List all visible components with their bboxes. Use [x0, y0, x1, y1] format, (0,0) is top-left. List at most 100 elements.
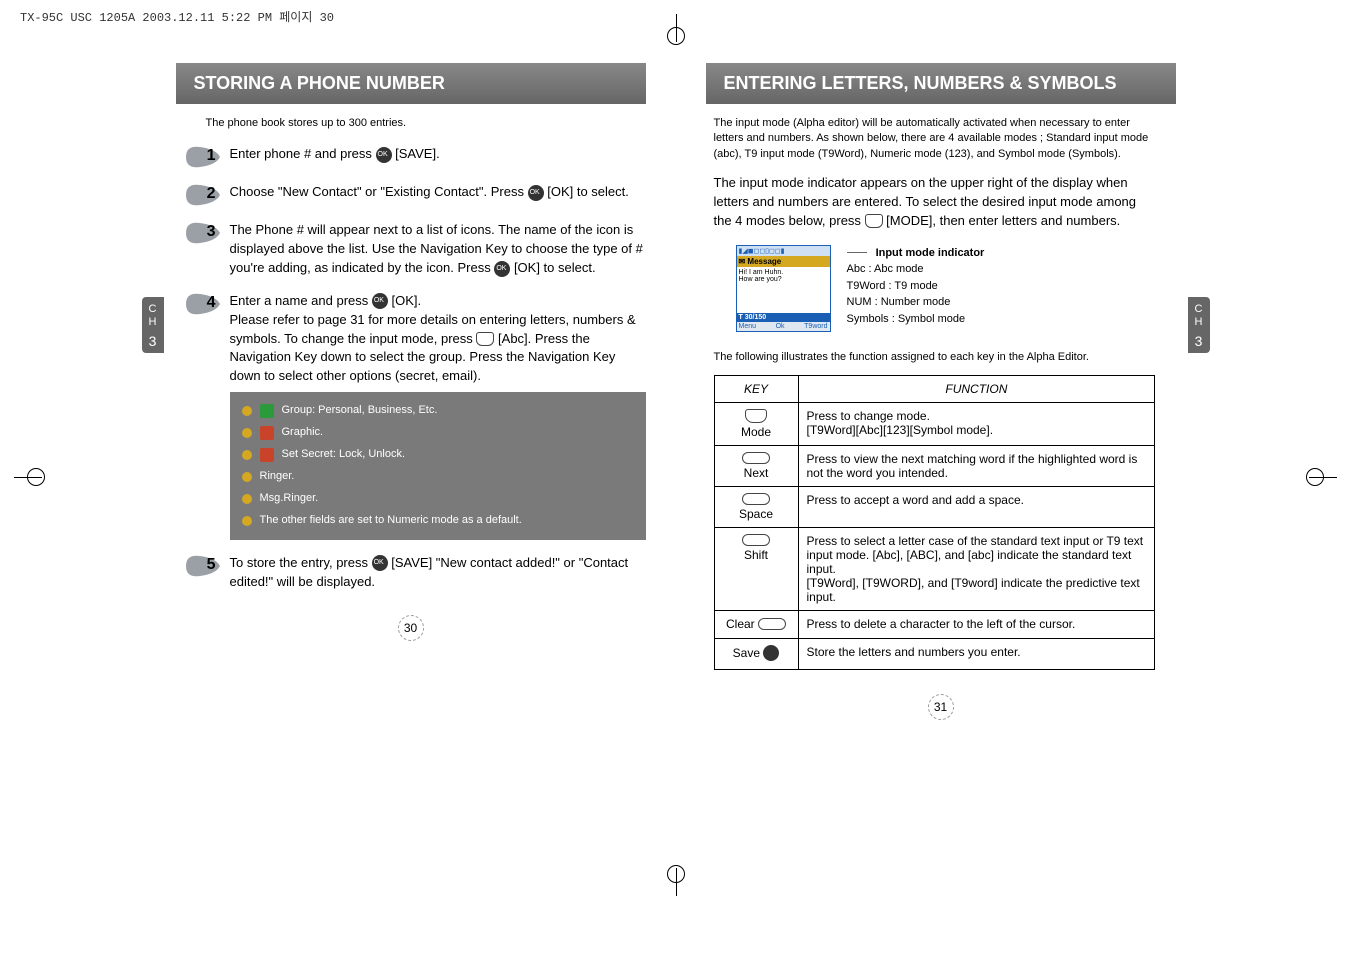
sub-bullets: Group: Personal, Business, Etc. Graphic.…: [230, 392, 646, 540]
title-text: ENTERING LETTERS, NUMBERS & SYMBOLS: [724, 73, 1117, 94]
ok-icon: [372, 293, 388, 309]
clear-key-icon: [758, 618, 786, 630]
crop-mark-left: [16, 457, 56, 497]
intro-right-1: The input mode (Alpha editor) will be au…: [714, 116, 1150, 162]
bullet-text: Ringer.: [260, 469, 295, 485]
th-key: KEY: [714, 376, 798, 403]
space-key-icon: [742, 493, 770, 505]
key-cell: Mode: [714, 403, 798, 446]
intro-text: [MODE], then enter letters and numbers.: [886, 213, 1120, 228]
bullet-row: Group: Personal, Business, Etc.: [242, 400, 634, 422]
indicator-line: Abc : Abc mode: [847, 263, 924, 275]
chapter-tab-label: CH: [149, 303, 157, 328]
ok-icon: [528, 185, 544, 201]
func-cell: Store the letters and numbers you enter.: [798, 638, 1155, 669]
step-number: 1: [207, 147, 216, 165]
callout-line-icon: [847, 252, 867, 253]
intro-left: The phone book stores up to 300 entries.: [206, 116, 646, 131]
bullet-dot-icon: [242, 516, 252, 526]
phone-titlebar: ✉ Message: [737, 256, 830, 267]
bullet-row: Ringer.: [242, 466, 634, 488]
step-4: 4 Enter a name and press [OK]. Please re…: [186, 292, 646, 540]
chapter-tab-left: CH 3: [142, 297, 164, 353]
crop-mark-right: [1295, 457, 1335, 497]
chapter-tab-num: 3: [1188, 333, 1210, 350]
bullet-dot-icon: [242, 494, 252, 504]
func-cell: Press to view the next matching word if …: [798, 446, 1155, 487]
chapter-tab-num: 3: [142, 333, 164, 350]
step-text: Enter phone # and press: [230, 146, 376, 161]
step-badge-icon: 3: [186, 221, 220, 245]
step-5: 5 To store the entry, press [SAVE] "New …: [186, 554, 646, 592]
phone-statusbar: ▮◢◼◻◻▯◻◻▮: [737, 246, 830, 256]
bullet-row: Set Secret: Lock, Unlock.: [242, 444, 634, 466]
table-row: Shift Press to select a letter case of t…: [714, 528, 1155, 611]
group-icon: [260, 404, 274, 418]
func-cell: Press to select a letter case of the sta…: [798, 528, 1155, 611]
mode-key-icon: [865, 214, 883, 228]
step-2: 2 Choose "New Contact" or "Existing Cont…: [186, 183, 646, 207]
graphic-icon: [260, 426, 274, 440]
indicator-line: NUM : Number mode: [847, 296, 951, 308]
table-row: Save Store the letters and numbers you e…: [714, 638, 1155, 669]
bullet-text: The other fields are set to Numeric mode…: [260, 513, 522, 529]
table-row: Next Press to view the next matching wor…: [714, 446, 1155, 487]
step-body: Enter phone # and press [SAVE].: [230, 145, 440, 164]
ok-icon: [376, 147, 392, 163]
func-cell: Press to change mode. [T9Word][Abc][123]…: [798, 403, 1155, 446]
page-title-left: STORING A PHONE NUMBER: [176, 63, 646, 104]
page-left: CH 3 STORING A PHONE NUMBER The phone bo…: [176, 63, 646, 720]
key-cell: Next: [714, 446, 798, 487]
page-number-left: 30: [176, 615, 646, 641]
softkey-left: Menu: [739, 323, 757, 330]
page-number-value: 31: [928, 694, 954, 720]
intro-right-2: The input mode indicator appears on the …: [714, 174, 1150, 231]
step-body: To store the entry, press [SAVE] "New co…: [230, 554, 646, 592]
step-number: 3: [207, 223, 216, 241]
step-text: Enter a name and press: [230, 293, 372, 308]
indicator-line: Symbols : Symbol mode: [847, 313, 966, 325]
chapter-tab-right: CH 3: [1188, 297, 1210, 353]
phone-body-line: How are you?: [739, 276, 828, 283]
table-intro: The following illustrates the function a…: [714, 350, 1150, 365]
bullet-text: Graphic.: [282, 425, 324, 441]
title-text: STORING A PHONE NUMBER: [194, 73, 445, 94]
step-number: 2: [207, 185, 216, 203]
func-cell: Press to delete a character to the left …: [798, 611, 1155, 639]
th-function: FUNCTION: [798, 376, 1155, 403]
bullet-row: Msg.Ringer.: [242, 488, 634, 510]
mode-key-icon: [476, 332, 494, 346]
bullet-text: Group: Personal, Business, Etc.: [282, 403, 438, 419]
shift-key-icon: [742, 534, 770, 546]
page-right: CH 3 ENTERING LETTERS, NUMBERS & SYMBOLS…: [706, 63, 1176, 720]
step-badge-icon: 2: [186, 183, 220, 207]
key-label: Space: [739, 507, 773, 521]
step-text: [OK] to select.: [514, 260, 596, 275]
bullet-dot-icon: [242, 472, 252, 482]
step-number: 4: [207, 294, 216, 312]
key-cell: Clear: [714, 611, 798, 639]
softkey-mid: Ok: [776, 323, 785, 330]
key-label: Next: [744, 466, 769, 480]
key-label: Shift: [744, 548, 768, 562]
table-row: Space Press to accept a word and add a s…: [714, 487, 1155, 528]
func-cell: Press to accept a word and add a space.: [798, 487, 1155, 528]
step-text: [OK] to select.: [547, 184, 629, 199]
page-number-right: 31: [706, 694, 1176, 720]
softkey-right: T9word: [804, 323, 827, 330]
step-3: 3 The Phone # will appear next to a list…: [186, 221, 646, 278]
chapter-tab-label: CH: [1195, 303, 1203, 328]
key-cell: Save: [714, 638, 798, 669]
ok-icon: [494, 261, 510, 277]
key-cell: Shift: [714, 528, 798, 611]
table-row: Mode Press to change mode. [T9Word][Abc]…: [714, 403, 1155, 446]
page-number-value: 30: [398, 615, 424, 641]
step-badge-icon: 1: [186, 145, 220, 169]
phone-diagram: ▮◢◼◻◻▯◻◻▮ ✉ Message Hi! I am Huhn. How a…: [736, 245, 1176, 332]
page-title-right: ENTERING LETTERS, NUMBERS & SYMBOLS: [706, 63, 1176, 104]
key-function-table: KEY FUNCTION Mode Press to change mode. …: [714, 375, 1156, 670]
step-text: To store the entry, press: [230, 555, 372, 570]
crop-mark-bottom: [656, 854, 696, 894]
bullet-text: Msg.Ringer.: [260, 491, 319, 507]
step-body: The Phone # will appear next to a list o…: [230, 221, 646, 278]
